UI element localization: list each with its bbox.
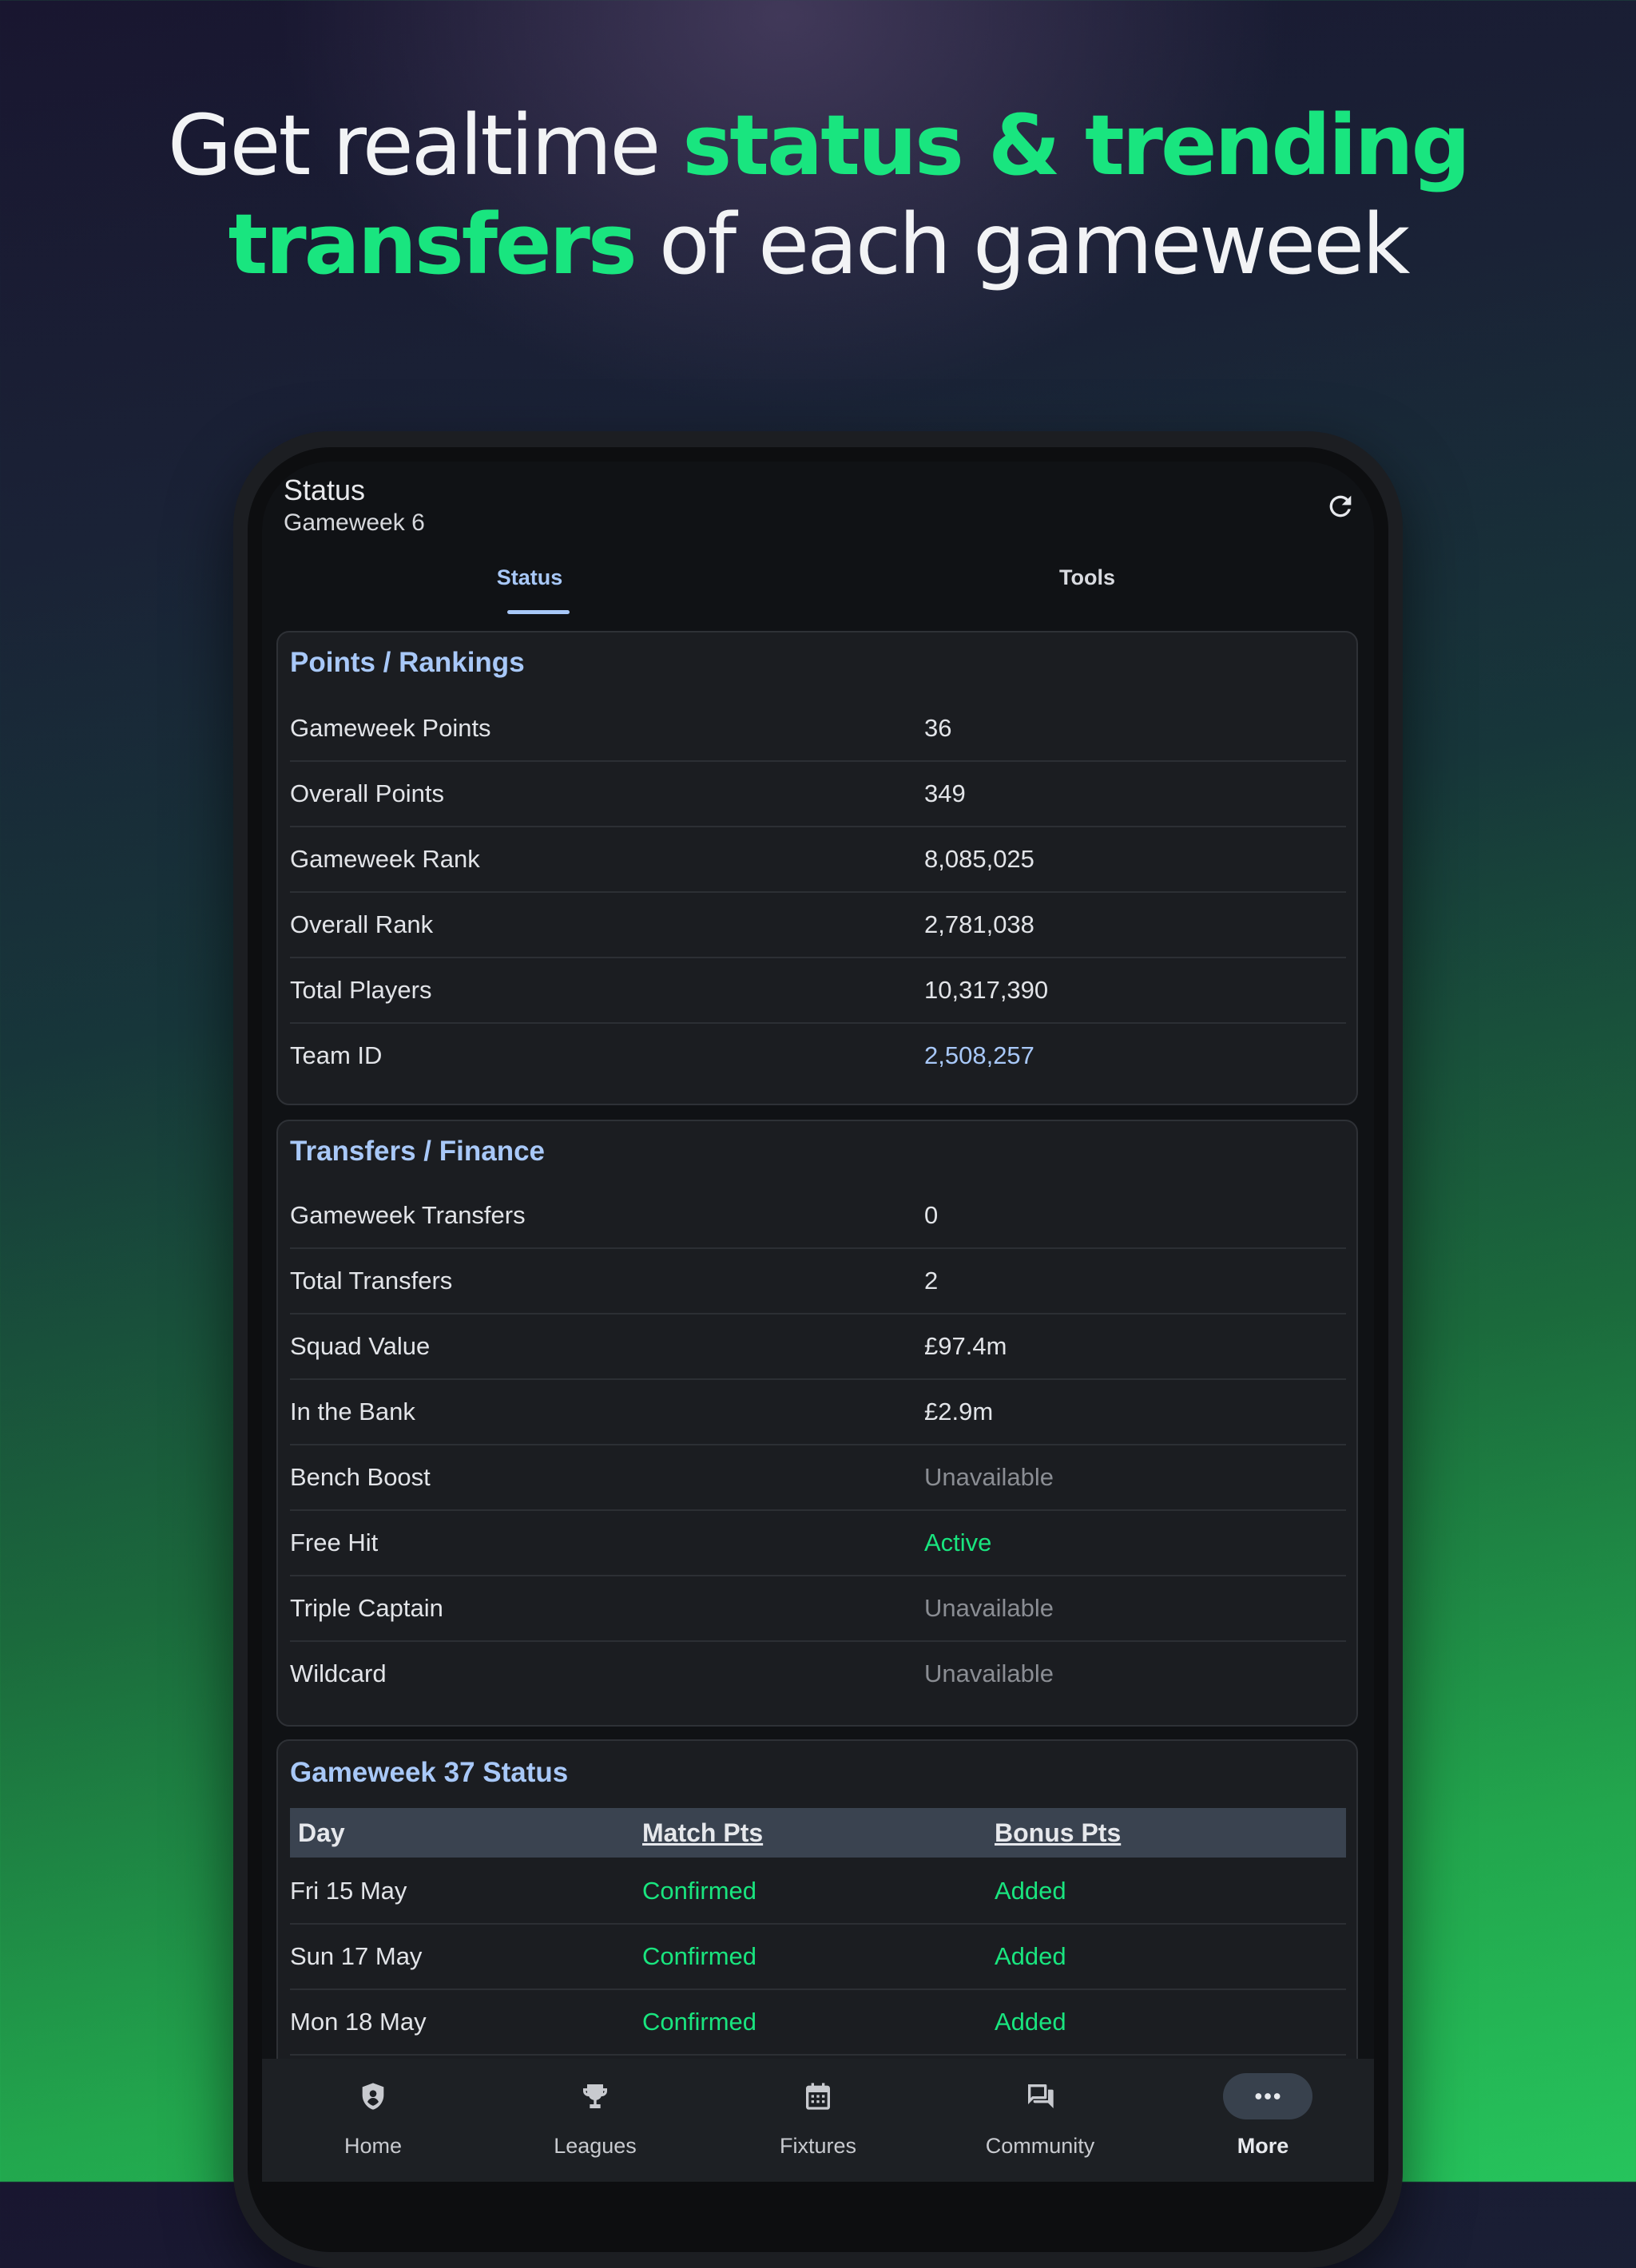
stat-label: Overall Rank	[290, 910, 434, 938]
trophy-icon	[568, 2073, 622, 2119]
stat-label: Triple Captain	[290, 1594, 443, 1622]
headline-highlight-1: status & trending	[682, 97, 1471, 194]
stat-value: £97.4m	[924, 1332, 1007, 1360]
stat-value: 2	[924, 1267, 939, 1295]
nav-leagues[interactable]: Leagues	[484, 2059, 706, 2182]
tab-indicator	[507, 610, 570, 614]
shield-icon	[346, 2073, 400, 2119]
headline-line-2: transfers of each gameweek	[228, 196, 1411, 293]
stat-row: Squad Value £97.4m	[290, 1314, 1346, 1380]
stat-row: Gameweek Transfers 0	[290, 1184, 1346, 1249]
bonus-pts-cell: Added	[995, 1942, 1066, 1970]
table-row: Mon 18 May Confirmed Added	[290, 1990, 1346, 2056]
card-title: Transfers / Finance	[290, 1136, 546, 1167]
nav-label: Leagues	[554, 2134, 637, 2158]
stat-value: £2.9m	[924, 1398, 994, 1425]
chip-status: Unavailable	[924, 1659, 1054, 1687]
stat-row: Team ID 2,508,257	[290, 1024, 1346, 1089]
card-title: Points / Rankings	[290, 647, 525, 678]
stat-label: Gameweek Rank	[290, 845, 480, 873]
status-table-header: Day Match Pts Bonus Pts	[290, 1808, 1346, 1858]
refresh-icon[interactable]	[1324, 490, 1356, 522]
stat-row: Gameweek Points 36	[290, 696, 1346, 762]
tab-status[interactable]: Status	[446, 565, 614, 590]
chip-status: Unavailable	[924, 1594, 1054, 1622]
tab-tools[interactable]: Tools	[1003, 565, 1171, 590]
stat-label: Bench Boost	[290, 1463, 431, 1491]
bonus-pts-cell: Added	[995, 1877, 1066, 1905]
nav-fixtures[interactable]: Fixtures	[707, 2059, 929, 2182]
stat-row: Wildcard Unavailable	[290, 1642, 1346, 1707]
header-match-pts[interactable]: Match Pts	[642, 1818, 763, 1848]
card-title: Gameweek 37 Status	[290, 1757, 569, 1788]
nav-label: More	[1237, 2134, 1289, 2158]
day-cell: Sun 17 May	[290, 1942, 423, 1970]
stat-row: Bench Boost Unavailable	[290, 1445, 1346, 1511]
stat-row: Total Players 10,317,390	[290, 958, 1346, 1024]
stat-row: Free Hit Active	[290, 1511, 1346, 1576]
stat-row: Gameweek Rank 8,085,025	[290, 827, 1346, 893]
stat-value: 0	[924, 1201, 939, 1229]
stat-value: 2,781,038	[924, 910, 1034, 938]
chip-status: Unavailable	[924, 1463, 1054, 1491]
headline-line-1: Get realtime status & trending	[167, 97, 1471, 194]
stat-row: Total Transfers 2	[290, 1249, 1346, 1314]
stat-label: Gameweek Transfers	[290, 1201, 526, 1229]
match-pts-cell: Confirmed	[642, 1877, 756, 1905]
nav-label: Community	[985, 2134, 1095, 2158]
stat-label: Gameweek Points	[290, 714, 491, 742]
stat-row: Triple Captain Unavailable	[290, 1576, 1346, 1642]
stat-label: Free Hit	[290, 1529, 379, 1556]
chip-status: Active	[924, 1529, 992, 1556]
promo-headline: Get realtime status & trending transfers…	[0, 96, 1636, 294]
calendar-icon	[791, 2073, 845, 2119]
nav-home[interactable]: Home	[262, 2059, 484, 2182]
headline-highlight-2: transfers	[228, 196, 637, 293]
stat-label: Wildcard	[290, 1659, 387, 1687]
stat-label: Team ID	[290, 1041, 383, 1069]
page-subtitle: Gameweek 6	[284, 510, 425, 536]
stat-label: In the Bank	[290, 1398, 415, 1425]
table-row: Fri 15 May Confirmed Added	[290, 1859, 1346, 1925]
team-id-link[interactable]: 2,508,257	[924, 1041, 1034, 1070]
stat-value: 349	[924, 779, 966, 807]
points-rankings-card: Points / Rankings Gameweek Points 36 Over…	[276, 631, 1358, 1105]
match-pts-cell: Confirmed	[642, 2008, 756, 2036]
stat-value: 36	[924, 714, 952, 742]
day-cell: Fri 15 May	[290, 1877, 407, 1905]
nav-label: Home	[343, 2134, 403, 2158]
stat-label: Total Players	[290, 976, 432, 1004]
nav-community[interactable]: Community	[929, 2059, 1151, 2182]
nav-label: Fixtures	[779, 2134, 857, 2158]
bottom-navigation: Home Leagues Fixtures Community More	[262, 2059, 1374, 2182]
table-row: Sun 17 May Confirmed Added	[290, 1925, 1346, 1990]
header-day: Day	[298, 1818, 345, 1847]
match-pts-cell: Confirmed	[642, 1942, 756, 1970]
stat-row: Overall Points 349	[290, 762, 1346, 827]
page-title: Status	[284, 474, 366, 506]
nav-more[interactable]: More	[1152, 2059, 1374, 2182]
stat-label: Total Transfers	[290, 1267, 453, 1295]
day-cell: Mon 18 May	[290, 2008, 427, 2036]
stat-label: Overall Points	[290, 779, 444, 807]
app-bar: Status Gameweek 6 Status Tools	[262, 462, 1374, 621]
stat-value: 10,317,390	[924, 976, 1049, 1004]
header-bonus-pts[interactable]: Bonus Pts	[995, 1818, 1121, 1848]
app-screen: Status Gameweek 6 Status Tools Points / …	[262, 462, 1374, 2182]
bonus-pts-cell: Added	[995, 2008, 1066, 2036]
stat-row: In the Bank £2.9m	[290, 1380, 1346, 1445]
stat-label: Squad Value	[290, 1332, 431, 1360]
stat-row: Overall Rank 2,781,038	[290, 893, 1346, 958]
more-icon	[1223, 2073, 1312, 2119]
transfers-finance-card: Transfers / Finance Gameweek Transfers 0 …	[276, 1120, 1358, 1727]
stat-value: 8,085,025	[924, 845, 1034, 873]
chat-icon	[1013, 2073, 1067, 2119]
